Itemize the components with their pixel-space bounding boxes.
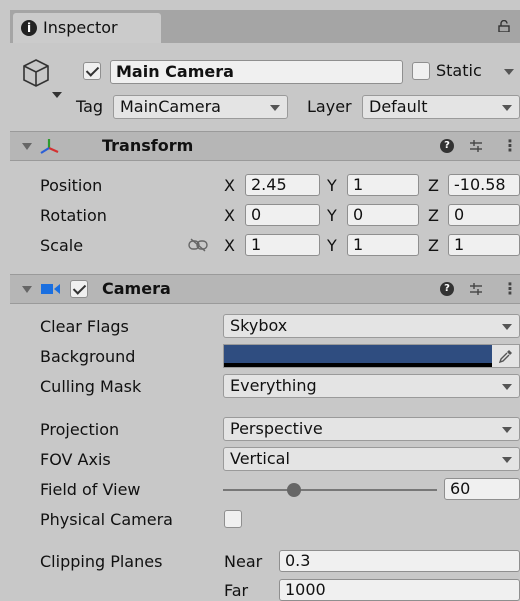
- fov-axis-value: Vertical: [230, 449, 290, 468]
- clear-flags-value: Skybox: [230, 316, 288, 335]
- near-field[interactable]: 0.3: [279, 550, 520, 572]
- fov-slider-thumb[interactable]: [287, 483, 301, 497]
- fov-axis-label: FOV Axis: [40, 450, 111, 469]
- chevron-down-icon: [502, 105, 512, 111]
- transform-header[interactable]: Transform ? ⋮: [10, 131, 520, 161]
- axis-y-label: Y: [327, 236, 337, 255]
- transform-title: Transform: [102, 136, 194, 155]
- fov-slider[interactable]: [223, 480, 437, 500]
- physical-camera-label: Physical Camera: [40, 510, 173, 529]
- rotation-z-field[interactable]: 0: [448, 204, 520, 226]
- transform-foldout-arrow[interactable]: [22, 143, 32, 150]
- help-icon[interactable]: ?: [440, 139, 454, 153]
- culling-mask-value: Everything: [230, 376, 317, 395]
- axis-y-label: Y: [327, 176, 337, 195]
- tab-bar: i Inspector: [10, 10, 520, 43]
- static-dropdown-arrow[interactable]: [504, 69, 514, 75]
- near-label: Near: [224, 552, 263, 571]
- presets-icon[interactable]: [469, 139, 483, 153]
- camera-icon: [41, 284, 60, 294]
- static-label: Static: [436, 61, 482, 80]
- projection-dropdown[interactable]: Perspective: [223, 417, 520, 441]
- chevron-down-icon: [502, 457, 512, 463]
- tab-inspector[interactable]: i Inspector: [13, 13, 161, 43]
- camera-title: Camera: [102, 279, 171, 298]
- rotation-label: Rotation: [40, 206, 107, 225]
- inspector-window: i Inspector Main Camera Static Tag MainC…: [10, 10, 520, 601]
- eyedropper-icon[interactable]: [498, 348, 514, 364]
- info-icon: i: [21, 20, 37, 36]
- camera-enabled-checkbox[interactable]: [70, 280, 88, 298]
- axis-x-label: X: [224, 206, 235, 225]
- position-z-field[interactable]: -10.58: [448, 174, 520, 196]
- physical-camera-checkbox[interactable]: [224, 510, 242, 528]
- presets-icon[interactable]: [469, 282, 483, 296]
- fov-slider-track: [223, 489, 437, 491]
- chevron-down-icon: [502, 324, 512, 330]
- layer-dropdown[interactable]: Default: [362, 95, 520, 119]
- background-label: Background: [40, 347, 136, 366]
- lock-icon[interactable]: [498, 20, 510, 32]
- kebab-menu-icon[interactable]: ⋮: [502, 138, 518, 154]
- background-color-field[interactable]: [223, 344, 520, 368]
- far-label: Far: [224, 581, 249, 600]
- chevron-down-icon: [502, 384, 512, 390]
- help-icon[interactable]: ?: [440, 282, 454, 296]
- object-active-checkbox[interactable]: [83, 62, 101, 80]
- chevron-down-icon: [502, 427, 512, 433]
- fov-axis-dropdown[interactable]: Vertical: [223, 447, 520, 471]
- rotation-x-field[interactable]: 0: [245, 204, 320, 226]
- projection-value: Perspective: [230, 419, 323, 438]
- clipping-planes-label: Clipping Planes: [40, 552, 163, 571]
- position-label: Position: [40, 176, 103, 195]
- object-name-field[interactable]: Main Camera: [110, 60, 403, 84]
- tag-value: MainCamera: [120, 97, 221, 116]
- tab-inspector-label: Inspector: [43, 18, 118, 37]
- axis-y-label: Y: [327, 206, 337, 225]
- position-x-field[interactable]: 2.45: [245, 174, 320, 196]
- position-y-field[interactable]: 1: [347, 174, 419, 196]
- far-field[interactable]: 1000: [279, 579, 520, 601]
- axis-x-label: X: [224, 236, 235, 255]
- axis-z-label: Z: [428, 236, 439, 255]
- camera-foldout-arrow[interactable]: [22, 286, 32, 293]
- tag-label: Tag: [76, 97, 104, 116]
- culling-mask-label: Culling Mask: [40, 377, 142, 396]
- rotation-y-field[interactable]: 0: [347, 204, 419, 226]
- scale-z-field[interactable]: 1: [448, 234, 520, 256]
- axis-z-label: Z: [428, 206, 439, 225]
- kebab-menu-icon[interactable]: ⋮: [502, 281, 518, 297]
- camera-header[interactable]: Camera ? ⋮: [10, 274, 520, 304]
- layer-value: Default: [369, 97, 428, 116]
- alpha-bar: [224, 363, 492, 367]
- static-checkbox[interactable]: [412, 62, 430, 80]
- link-off-icon[interactable]: [188, 238, 208, 252]
- axis-x-label: X: [224, 176, 235, 195]
- axis-z-label: Z: [428, 176, 439, 195]
- scale-y-field[interactable]: 1: [347, 234, 419, 256]
- transform-axes-icon: [40, 139, 59, 154]
- culling-mask-dropdown[interactable]: Everything: [223, 374, 520, 398]
- clear-flags-label: Clear Flags: [40, 317, 129, 336]
- layer-label: Layer: [307, 97, 352, 116]
- gameobject-cube-icon: [23, 59, 49, 87]
- clear-flags-dropdown[interactable]: Skybox: [223, 314, 520, 338]
- fov-value-field[interactable]: 60: [444, 478, 520, 500]
- scale-label: Scale: [40, 236, 84, 255]
- tag-dropdown[interactable]: MainCamera: [113, 95, 288, 119]
- scale-x-field[interactable]: 1: [245, 234, 320, 256]
- fov-label: Field of View: [40, 480, 141, 499]
- icon-dropdown-arrow[interactable]: [52, 92, 62, 98]
- chevron-down-icon: [270, 105, 280, 111]
- background-color-swatch: [224, 345, 492, 363]
- projection-label: Projection: [40, 420, 120, 439]
